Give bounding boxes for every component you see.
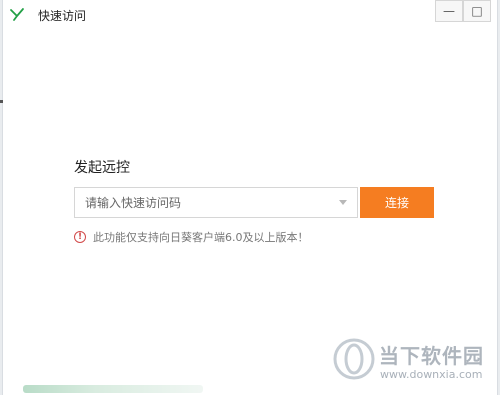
maximize-icon: □ bbox=[471, 4, 483, 18]
sunlogin-app-icon bbox=[10, 8, 24, 21]
access-code-combobox[interactable] bbox=[74, 187, 358, 218]
maximize-button[interactable]: □ bbox=[463, 0, 491, 22]
title-bar[interactable]: 快速访问 — □ bbox=[3, 0, 497, 32]
connect-button[interactable]: 连接 bbox=[360, 187, 434, 218]
section-title: 发起远控 bbox=[74, 160, 130, 176]
version-notice: ! 此功能仅支持向日葵客户端6.0及以上版本！ bbox=[74, 229, 309, 245]
background-edge-mark bbox=[0, 100, 3, 103]
watermark: 当下软件园 www.downxia.com bbox=[332, 337, 492, 385]
window-title: 快速访问 bbox=[38, 9, 87, 23]
notice-text: 此功能仅支持向日葵客户端6.0及以上版本！ bbox=[93, 231, 309, 244]
minimize-button[interactable]: — bbox=[435, 0, 463, 22]
access-code-input[interactable] bbox=[75, 188, 330, 217]
dropdown-arrow-icon[interactable] bbox=[339, 200, 347, 205]
warning-icon: ! bbox=[74, 231, 86, 243]
watermark-url: www.downxia.com bbox=[380, 368, 483, 381]
quick-access-window: 快速访问 — □ 发起远控 连接 ! 此功能仅支持向日葵客户端6.0及以上版本！… bbox=[3, 0, 497, 395]
watermark-logo-icon bbox=[333, 338, 375, 380]
watermark-name: 当下软件园 bbox=[379, 344, 484, 368]
minimize-icon: — bbox=[443, 4, 455, 18]
blurred-bottom-text bbox=[23, 385, 203, 393]
